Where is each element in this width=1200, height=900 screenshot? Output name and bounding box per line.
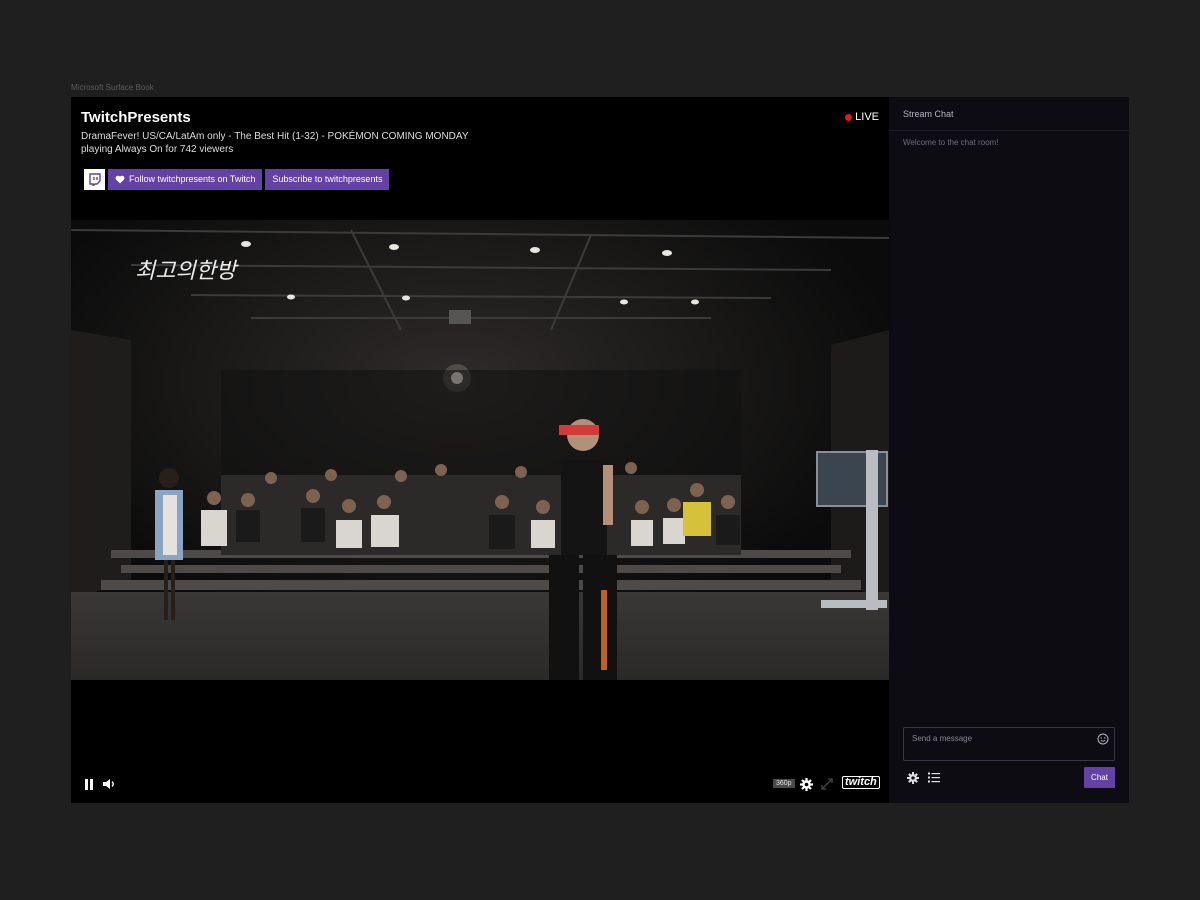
chat-input-placeholder: Send a message <box>912 734 973 743</box>
twitch-logo-button[interactable] <box>84 169 105 190</box>
subscribe-button[interactable]: Subscribe to twitchpresents <box>265 169 390 190</box>
quality-label: 360p <box>773 779 795 788</box>
video-scene: 최고의한방 <box>71 220 889 680</box>
gear-icon <box>799 777 813 791</box>
embed-frame: TwitchPresents DramaFever! US/CA/LatAm o… <box>71 97 1129 803</box>
follow-button[interactable]: Follow twitchpresents on Twitch <box>108 169 263 190</box>
chat-welcome-message: Welcome to the chat room! <box>903 138 999 147</box>
player-controls: 360p twitch <box>71 765 889 803</box>
twitch-logo-icon <box>89 173 101 186</box>
twitch-wordmark: twitch <box>842 776 880 789</box>
emoji-button[interactable] <box>1097 732 1109 750</box>
stream-status: playing Always On for 742 viewers <box>81 144 234 155</box>
chat-header: Stream Chat <box>889 97 1129 131</box>
fullscreen-button[interactable] <box>820 777 834 791</box>
video-player[interactable]: TwitchPresents DramaFever! US/CA/LatAm o… <box>71 97 889 803</box>
volume-icon <box>103 779 114 789</box>
heart-icon <box>115 175 125 184</box>
twitch-brand-link[interactable]: twitch <box>842 776 880 789</box>
follow-label: Follow twitchpresents on Twitch <box>129 174 256 184</box>
chat-toolbar: Chat <box>903 767 1115 789</box>
video-frame[interactable]: 최고의한방 <box>71 220 889 680</box>
pause-button[interactable] <box>82 777 96 791</box>
quality-selector[interactable]: 360p <box>773 779 795 788</box>
stream-info: TwitchPresents DramaFever! US/CA/LatAm o… <box>81 109 469 157</box>
pause-icon <box>85 778 93 790</box>
live-badge: LIVE <box>845 111 879 123</box>
list-icon <box>928 772 940 783</box>
live-dot-icon <box>845 113 853 121</box>
gear-icon <box>907 772 919 784</box>
device-label: Microsoft Surface Book <box>71 83 154 92</box>
channel-actions: Follow twitchpresents on Twitch Subscrib… <box>84 169 390 190</box>
subscribe-label: Subscribe to twitchpresents <box>272 174 383 184</box>
volume-button[interactable] <box>102 777 116 791</box>
live-label: LIVE <box>855 111 879 123</box>
fullscreen-icon <box>821 778 833 790</box>
emoji-icon <box>1097 733 1109 745</box>
drama-logo: 최고의한방 <box>135 259 239 284</box>
chat-message-input[interactable]: Send a message <box>903 727 1115 761</box>
chat-panel: Stream Chat Welcome to the chat room! Se… <box>889 97 1129 803</box>
chat-send-button[interactable]: Chat <box>1084 767 1115 788</box>
chat-settings-button[interactable] <box>907 771 919 789</box>
settings-button[interactable] <box>799 777 813 791</box>
viewer-list-button[interactable] <box>928 771 940 789</box>
stream-title: DramaFever! US/CA/LatAm only - The Best … <box>81 131 469 142</box>
channel-name[interactable]: TwitchPresents <box>81 109 469 126</box>
